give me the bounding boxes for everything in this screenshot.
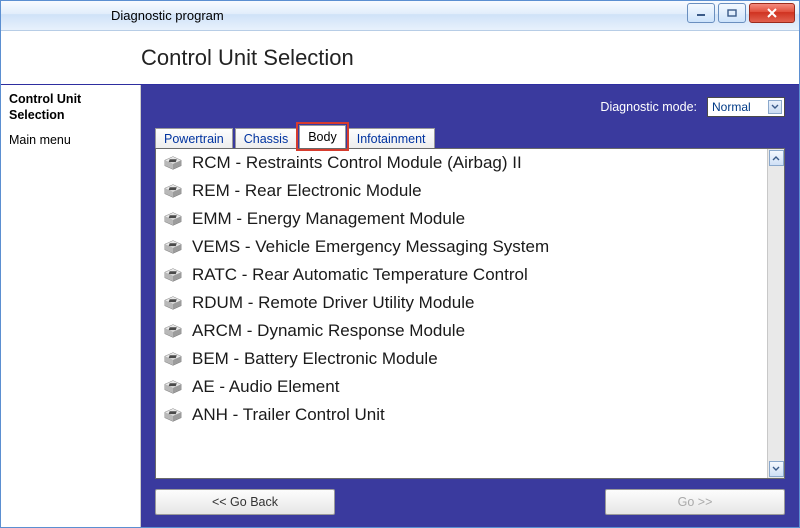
diagnostic-mode-select[interactable]: Normal	[707, 97, 785, 117]
sidebar: Control Unit Selection Main menu	[1, 85, 141, 527]
module-label: RCM - Restraints Control Module (Airbag)…	[192, 153, 522, 173]
go-button[interactable]: Go >>	[605, 489, 785, 515]
diagnostic-mode-row: Diagnostic mode: Normal	[155, 97, 785, 117]
close-button[interactable]	[749, 3, 795, 23]
module-label: ANH - Trailer Control Unit	[192, 405, 385, 425]
module-icon	[162, 379, 184, 395]
maximize-button[interactable]	[718, 3, 746, 23]
module-label: ARCM - Dynamic Response Module	[192, 321, 465, 341]
list-item[interactable]: EMM - Energy Management Module	[156, 205, 767, 233]
module-icon	[162, 183, 184, 199]
list-item[interactable]: RDUM - Remote Driver Utility Module	[156, 289, 767, 317]
module-label: RATC - Rear Automatic Temperature Contro…	[192, 265, 528, 285]
module-icon	[162, 211, 184, 227]
module-listbox: RCM - Restraints Control Module (Airbag)…	[155, 148, 785, 479]
list-item[interactable]: REM - Rear Electronic Module	[156, 177, 767, 205]
tab-infotainment[interactable]: Infotainment	[348, 128, 435, 149]
list-item[interactable]: AE - Audio Element	[156, 373, 767, 401]
nav-button-row: << Go Back Go >>	[155, 479, 785, 517]
titlebar: Diagnostic program	[1, 1, 799, 31]
module-icon	[162, 267, 184, 283]
module-label: BEM - Battery Electronic Module	[192, 349, 438, 369]
list-item[interactable]: VEMS - Vehicle Emergency Messaging Syste…	[156, 233, 767, 261]
scroll-up-button[interactable]	[769, 150, 784, 166]
scrollbar[interactable]	[767, 149, 784, 478]
minimize-button[interactable]	[687, 3, 715, 23]
module-label: EMM - Energy Management Module	[192, 209, 465, 229]
chevron-down-icon	[772, 466, 780, 472]
close-icon	[766, 8, 778, 18]
sidebar-item-main-menu[interactable]: Main menu	[9, 132, 132, 150]
module-icon	[162, 295, 184, 311]
tab-strip: Powertrain Chassis Body Infotainment	[155, 125, 785, 148]
app-window: Diagnostic program Control Unit Selectio…	[0, 0, 800, 528]
module-label: RDUM - Remote Driver Utility Module	[192, 293, 474, 313]
module-icon	[162, 323, 184, 339]
list-item[interactable]: ARCM - Dynamic Response Module	[156, 317, 767, 345]
minimize-icon	[696, 9, 706, 17]
module-list[interactable]: RCM - Restraints Control Module (Airbag)…	[156, 149, 767, 478]
diagnostic-mode-value: Normal	[712, 100, 751, 114]
page-title: Control Unit Selection	[141, 45, 354, 71]
scroll-down-button[interactable]	[769, 461, 784, 477]
list-item[interactable]: RCM - Restraints Control Module (Airbag)…	[156, 149, 767, 177]
main-row: Control Unit Selection Main menu Diagnos…	[1, 85, 799, 527]
tab-body[interactable]: Body	[299, 125, 346, 148]
module-label: VEMS - Vehicle Emergency Messaging Syste…	[192, 237, 549, 257]
module-label: AE - Audio Element	[192, 377, 339, 397]
module-label: REM - Rear Electronic Module	[192, 181, 422, 201]
list-item[interactable]: RATC - Rear Automatic Temperature Contro…	[156, 261, 767, 289]
module-icon	[162, 407, 184, 423]
page-header: Control Unit Selection	[1, 31, 799, 85]
module-icon	[162, 239, 184, 255]
maximize-icon	[727, 9, 737, 17]
tab-chassis[interactable]: Chassis	[235, 128, 297, 149]
dropdown-arrow-icon	[768, 100, 782, 114]
chevron-up-icon	[772, 155, 780, 161]
list-item[interactable]: BEM - Battery Electronic Module	[156, 345, 767, 373]
list-item[interactable]: ANH - Trailer Control Unit	[156, 401, 767, 429]
diagnostic-mode-label: Diagnostic mode:	[600, 100, 697, 114]
content-panel: Diagnostic mode: Normal Powertrain Chass…	[141, 85, 799, 527]
window-controls	[687, 3, 795, 23]
go-back-button[interactable]: << Go Back	[155, 489, 335, 515]
sidebar-item-control-unit-selection[interactable]: Control Unit Selection	[9, 91, 132, 124]
window-title: Diagnostic program	[111, 8, 224, 23]
module-icon	[162, 155, 184, 171]
tab-powertrain[interactable]: Powertrain	[155, 128, 233, 149]
module-icon	[162, 351, 184, 367]
